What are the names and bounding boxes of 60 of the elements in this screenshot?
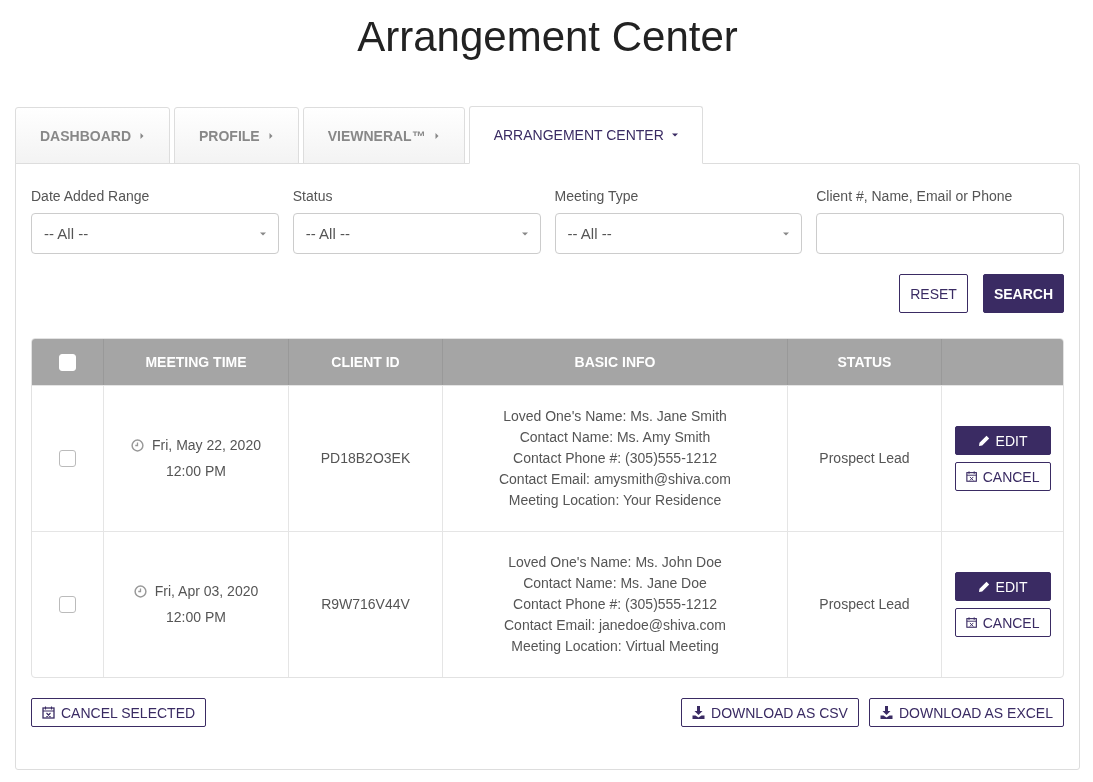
info-line: Contact Name: Ms. Jane Doe [523,574,707,593]
info-line: Meeting Location: Virtual Meeting [511,637,719,656]
meeting-date: Fri, May 22, 2020 [152,436,261,455]
meeting-time: 12:00 PM [166,462,226,481]
caret-icon [671,132,678,138]
column-header: BASIC INFO [574,354,656,370]
info-line: Loved One's Name: Ms. Jane Smith [503,407,727,426]
caret-icon [259,230,266,237]
meeting-time: 12:00 PM [166,608,226,627]
cancel-selected-button[interactable]: CANCEL SELECTED [31,698,207,727]
row-checkbox[interactable] [59,450,76,467]
status-text: Prospect Lead [819,449,910,468]
info-line: Contact Phone #: (305)555-1212 [513,595,717,614]
pencil-icon [977,580,990,593]
client-id: R9W716V44V [321,595,410,614]
calendar-x-icon [965,616,977,629]
clock-icon [133,585,147,598]
download-icon [692,706,706,719]
column-header: STATUS [837,354,892,370]
filter-label: Client #, Name, Email or Phone [816,188,1014,204]
edit-button[interactable]: EDIT [954,426,1051,455]
select-field[interactable]: -- All -- [292,213,541,254]
select-field[interactable]: -- All -- [31,213,279,254]
filter-label: Status [292,188,334,204]
download-button[interactable]: DOWNLOAD AS EXCEL [868,698,1064,727]
download-icon [879,706,893,719]
info-line: Loved One's Name: Ms. John Doe [508,553,722,572]
page-title: Arrangement Center [356,12,739,62]
edit-button[interactable]: EDIT [954,572,1051,601]
row-checkbox[interactable] [59,596,76,613]
clock-icon [131,439,145,452]
caret-icon [139,132,145,139]
filter-label: Date Added Range [31,188,151,204]
info-line: Contact Phone #: (305)555-1212 [513,449,717,468]
select-field[interactable]: -- All -- [554,213,803,254]
meeting-date: Fri, Apr 03, 2020 [154,582,259,601]
info-line: Contact Email: janedoe@shiva.com [504,616,726,635]
cancel-button[interactable]: CANCEL [954,608,1051,637]
search-input[interactable] [816,213,1064,254]
caret-icon [783,230,790,237]
info-line: Meeting Location: Your Residence [508,491,722,510]
caret-icon [267,132,274,139]
pencil-icon [977,434,990,447]
reset-button[interactable]: RESET [899,274,968,313]
column-header: MEETING TIME [145,354,247,370]
status-text: Prospect Lead [819,595,910,614]
filter-label: Meeting Type [554,188,640,204]
info-line: Contact Email: amysmith@shiva.com [498,470,732,489]
calendar-x-icon [42,706,55,719]
caret-icon [433,132,440,139]
column-header: CLIENT ID [331,354,400,370]
select-all-checkbox[interactable] [59,353,76,371]
cancel-button[interactable]: CANCEL [954,462,1051,491]
nav-tab[interactable]: ARRANGEMENT CENTER [468,106,703,164]
calendar-x-icon [965,470,977,483]
download-button[interactable]: DOWNLOAD AS CSV [681,698,859,727]
info-line: Contact Name: Ms. Amy Smith [519,428,711,447]
caret-icon [521,230,528,237]
search-button[interactable]: SEARCH [982,274,1064,313]
client-id: PD18B2O3EK [320,449,411,468]
